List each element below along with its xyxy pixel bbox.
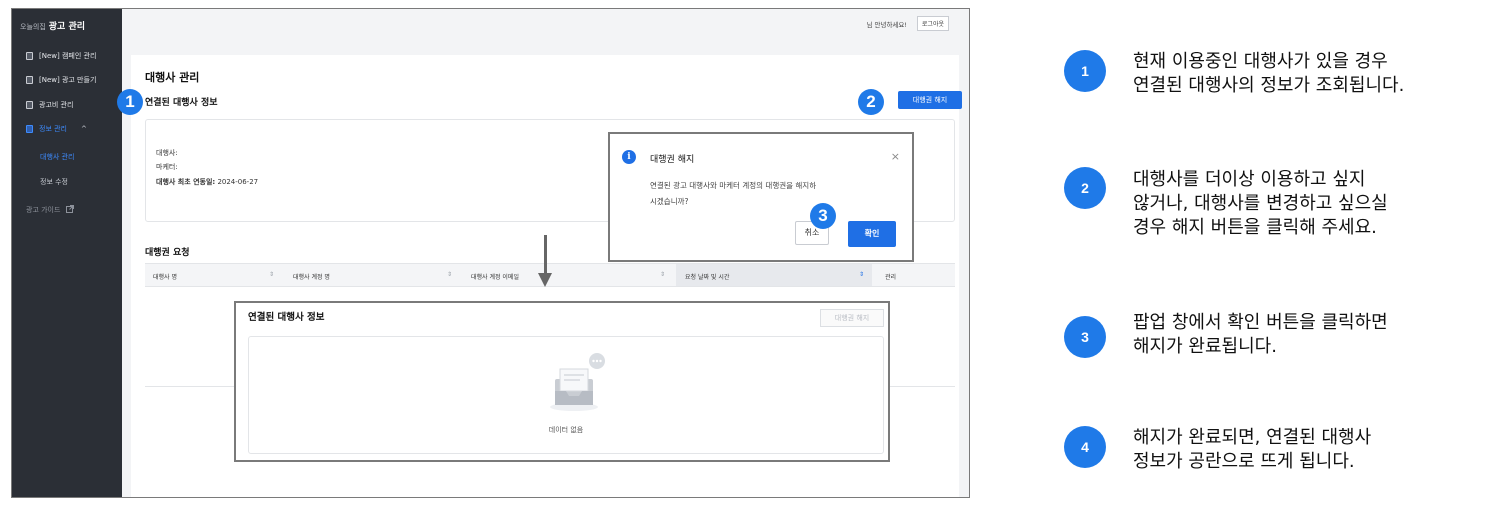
- after-revoke-panel: 연결된 대행사 정보 대행권 해지 데이터 없음: [234, 301, 890, 462]
- column-header-manage: 관리: [885, 274, 897, 281]
- step-badge-2: 2: [858, 89, 884, 115]
- guide-step-3-text: 팝업 창에서 확인 버튼을 클릭하면 해지가 완료됩니다.: [1133, 312, 1388, 357]
- column-header-request-datetime[interactable]: 요청 날짜 및 시간: [685, 272, 729, 281]
- agency-label: 대행사:: [156, 149, 178, 157]
- screenshot-frame: 오늘의집 광고 관리 [New] 캠페인 관리 [New] 광고 만들기 광고비 …: [11, 8, 970, 498]
- topbar: 님 안녕하세요! 로그아웃: [122, 9, 969, 39]
- document-icon: [26, 76, 33, 84]
- sidebar-item-ad-cost[interactable]: 광고비 관리: [26, 100, 73, 110]
- step-badge-3: 3: [810, 203, 836, 229]
- sidebar-item-label: [New] 광고 만들기: [39, 76, 97, 84]
- sort-icon[interactable]: ⇕: [269, 271, 274, 278]
- external-link-icon: [65, 205, 74, 213]
- sidebar-item-create-ad[interactable]: [New] 광고 만들기: [26, 75, 96, 85]
- document-icon: [26, 125, 33, 133]
- page-title: 대행사 관리: [145, 71, 200, 84]
- sidebar-item-label: 광고비 관리: [39, 101, 74, 109]
- guide-step-2-circle: 2: [1064, 167, 1106, 209]
- revoke-confirm-dialog: i 대행권 해지 × 연결된 광고 대행사와 마케터 계정의 대행권을 해지하 …: [608, 132, 914, 262]
- brand-small: 오늘의집: [20, 23, 46, 31]
- marketer-label: 마케터:: [156, 163, 178, 171]
- first-linked-date: 대행사 최초 연동일: 2024-06-27: [156, 177, 258, 187]
- guide-label: 광고 가이드: [26, 206, 61, 214]
- sidebar-guide-link[interactable]: 광고 가이드: [26, 205, 74, 215]
- column-header-agency-email[interactable]: 대행사 계정 이메일: [471, 272, 519, 281]
- sidebar-item-label: [New] 캠페인 관리: [39, 52, 97, 60]
- down-arrow-shaft: [544, 235, 547, 277]
- sidebar-sub-edit-info[interactable]: 정보 수정: [40, 177, 68, 187]
- info-icon: i: [622, 150, 636, 164]
- guide-step-1-text: 현재 이용중인 대행사가 있을 경우 연결된 대행사의 정보가 조회됩니다.: [1133, 51, 1405, 96]
- guide-step-4-text: 해지가 완료되면, 연결된 대행사 정보가 공란으로 뜨게 됩니다.: [1133, 427, 1372, 472]
- close-icon[interactable]: ×: [891, 150, 900, 163]
- confirm-button[interactable]: 확인: [848, 221, 896, 247]
- empty-inbox-icon: [550, 353, 605, 411]
- chevron-up-icon[interactable]: ^: [81, 125, 87, 133]
- guide-step-2-text: 대행사를 더이상 이용하고 싶지 않거나, 대행사를 변경하고 싶으실 경우 해…: [1133, 169, 1388, 238]
- greeting-text: 님 안녕하세요!: [866, 21, 907, 29]
- first-linked-label: 대행사 최초 연동일:: [156, 178, 216, 186]
- sidebar-item-label: 정보 관리: [39, 125, 67, 133]
- column-header-agency-account[interactable]: 대행사 계정 명: [293, 272, 330, 281]
- sidebar: 오늘의집 광고 관리 [New] 캠페인 관리 [New] 광고 만들기 광고비 …: [12, 9, 122, 497]
- document-icon: [26, 101, 33, 109]
- agency-request-section-title: 대행권 요청: [145, 248, 190, 258]
- sidebar-sub-agency[interactable]: 대행사 관리: [40, 152, 74, 162]
- sort-icon[interactable]: ⇕: [447, 271, 452, 278]
- sidebar-item-info-management[interactable]: 정보 관리 ^: [26, 124, 87, 134]
- first-linked-value: 2024-06-27: [217, 178, 259, 186]
- guide-step-1-circle: 1: [1064, 50, 1106, 92]
- column-header-agency-name[interactable]: 대행사 명: [153, 272, 177, 281]
- guide-step-4-circle: 4: [1064, 426, 1106, 468]
- guide-step-3-circle: 3: [1064, 316, 1106, 358]
- sidebar-item-campaign[interactable]: [New] 캠페인 관리: [26, 51, 96, 61]
- empty-state-box: 데이터 없음: [248, 336, 884, 454]
- dialog-title: 대행권 해지: [650, 155, 695, 165]
- logout-button[interactable]: 로그아웃: [916, 16, 949, 31]
- document-icon: [26, 52, 33, 60]
- revoke-agency-button-disabled: 대행권 해지: [820, 309, 884, 327]
- sort-icon[interactable]: ⇕: [859, 271, 864, 278]
- dialog-message-line1: 연결된 광고 대행사와 마케터 계정의 대행권을 해지하: [650, 181, 817, 190]
- brand: 오늘의집 광고 관리: [20, 19, 85, 32]
- dialog-message-line2: 시겠습니까?: [650, 197, 689, 206]
- down-arrow-head: [538, 273, 552, 287]
- linked-agency-section-title: 연결된 대행사 정보: [145, 98, 218, 108]
- sort-icon[interactable]: ⇕: [660, 271, 665, 278]
- step-badge-1: 1: [117, 89, 143, 115]
- after-section-title: 연결된 대행사 정보: [248, 312, 325, 323]
- empty-state-text: 데이터 없음: [548, 426, 584, 434]
- revoke-agency-button[interactable]: 대행권 해지: [898, 91, 962, 109]
- brand-title: 광고 관리: [48, 22, 86, 32]
